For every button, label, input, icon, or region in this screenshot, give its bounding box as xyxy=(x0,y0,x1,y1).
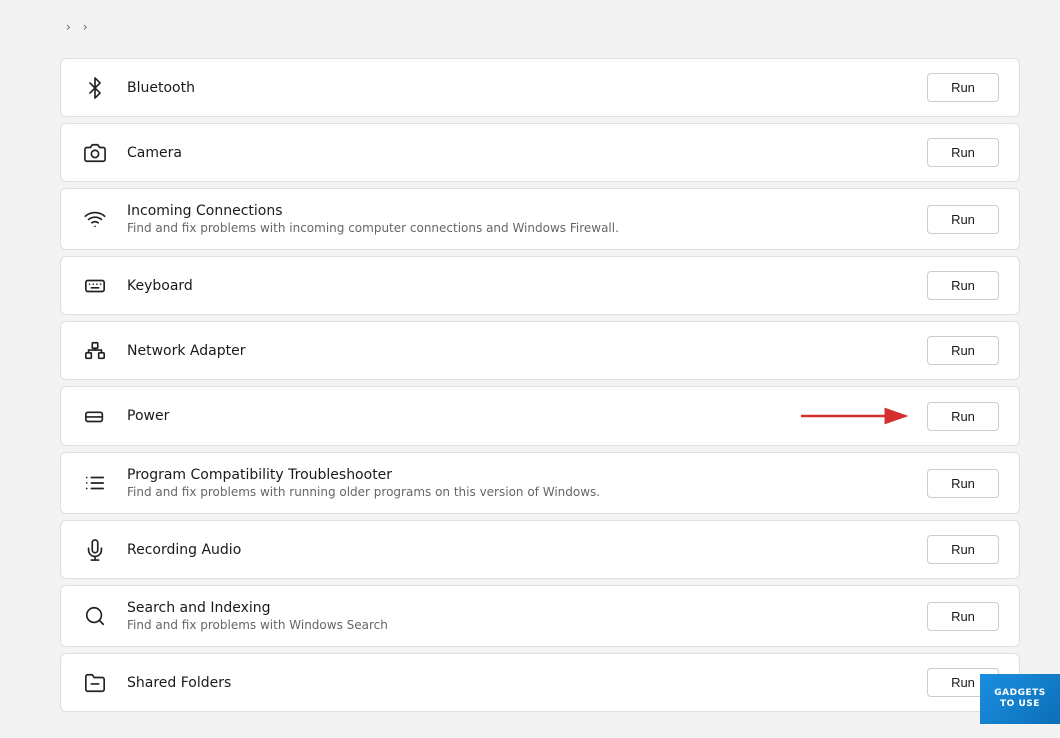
item-text-bluetooth: Bluetooth xyxy=(127,80,195,96)
power-icon xyxy=(81,402,109,430)
run-button-incoming-connections[interactable]: Run xyxy=(927,205,999,234)
item-left-network-adapter: Network Adapter xyxy=(81,337,245,365)
item-right-program-compatibility: Run xyxy=(927,469,999,498)
run-button-keyboard[interactable]: Run xyxy=(927,271,999,300)
item-title-program-compatibility: Program Compatibility Troubleshooter xyxy=(127,467,600,483)
troubleshooter-item-incoming-connections: Incoming Connections Find and fix proble… xyxy=(60,188,1020,250)
item-right-recording-audio: Run xyxy=(927,535,999,564)
bluetooth-icon xyxy=(81,74,109,102)
run-button-network-adapter[interactable]: Run xyxy=(927,336,999,365)
item-right-power: Run xyxy=(795,401,999,431)
item-right-incoming-connections: Run xyxy=(927,205,999,234)
item-right-keyboard: Run xyxy=(927,271,999,300)
item-desc-incoming-connections: Find and fix problems with incoming comp… xyxy=(127,221,619,235)
troubleshooter-item-power: Power xyxy=(60,386,1020,446)
troubleshooter-item-network-adapter: Network Adapter Run xyxy=(60,321,1020,380)
item-title-keyboard: Keyboard xyxy=(127,278,193,294)
breadcrumb-sep1: › xyxy=(66,20,71,34)
camera-icon xyxy=(81,139,109,167)
item-left-keyboard: Keyboard xyxy=(81,272,193,300)
breadcrumb-sep2: › xyxy=(83,20,88,34)
troubleshooter-item-bluetooth: Bluetooth Run xyxy=(60,58,1020,117)
item-left-shared-folders: Shared Folders xyxy=(81,669,231,697)
item-title-network-adapter: Network Adapter xyxy=(127,343,245,359)
network-icon xyxy=(81,337,109,365)
item-desc-program-compatibility: Find and fix problems with running older… xyxy=(127,485,600,499)
item-right-camera: Run xyxy=(927,138,999,167)
troubleshooter-item-program-compatibility: Program Compatibility Troubleshooter Fin… xyxy=(60,452,1020,514)
mic-icon xyxy=(81,536,109,564)
item-text-shared-folders: Shared Folders xyxy=(127,675,231,691)
troubleshooter-item-recording-audio: Recording Audio Run xyxy=(60,520,1020,579)
item-text-incoming-connections: Incoming Connections Find and fix proble… xyxy=(127,203,619,235)
red-arrow xyxy=(795,401,915,431)
search-icon xyxy=(81,602,109,630)
item-title-search-indexing: Search and Indexing xyxy=(127,600,388,616)
program-icon xyxy=(81,469,109,497)
watermark: GADGETS TO USE xyxy=(980,674,1060,724)
item-text-recording-audio: Recording Audio xyxy=(127,542,241,558)
run-button-bluetooth[interactable]: Run xyxy=(927,73,999,102)
item-left-bluetooth: Bluetooth xyxy=(81,74,195,102)
troubleshooter-item-shared-folders: Shared Folders Run xyxy=(60,653,1020,712)
item-title-camera: Camera xyxy=(127,145,182,161)
item-right-network-adapter: Run xyxy=(927,336,999,365)
item-right-search-indexing: Run xyxy=(927,602,999,631)
item-left-recording-audio: Recording Audio xyxy=(81,536,241,564)
wifi-icon xyxy=(81,205,109,233)
item-right-bluetooth: Run xyxy=(927,73,999,102)
run-button-program-compatibility[interactable]: Run xyxy=(927,469,999,498)
run-button-search-indexing[interactable]: Run xyxy=(927,602,999,631)
folder-icon xyxy=(81,669,109,697)
item-text-network-adapter: Network Adapter xyxy=(127,343,245,359)
item-left-power: Power xyxy=(81,402,169,430)
troubleshooter-list: Bluetooth Run Camera xyxy=(60,58,1020,718)
item-title-recording-audio: Recording Audio xyxy=(127,542,241,558)
breadcrumb: › › xyxy=(60,20,1020,34)
red-arrow-svg xyxy=(795,401,915,431)
item-left-incoming-connections: Incoming Connections Find and fix proble… xyxy=(81,203,619,235)
item-title-power: Power xyxy=(127,408,169,424)
item-text-keyboard: Keyboard xyxy=(127,278,193,294)
troubleshooter-item-keyboard: Keyboard Run xyxy=(60,256,1020,315)
item-desc-search-indexing: Find and fix problems with Windows Searc… xyxy=(127,618,388,632)
troubleshooter-item-camera: Camera Run xyxy=(60,123,1020,182)
item-text-program-compatibility: Program Compatibility Troubleshooter Fin… xyxy=(127,467,600,499)
item-left-search-indexing: Search and Indexing Find and fix problem… xyxy=(81,600,388,632)
keyboard-icon xyxy=(81,272,109,300)
item-text-search-indexing: Search and Indexing Find and fix problem… xyxy=(127,600,388,632)
run-button-recording-audio[interactable]: Run xyxy=(927,535,999,564)
troubleshooter-item-search-indexing: Search and Indexing Find and fix problem… xyxy=(60,585,1020,647)
item-left-program-compatibility: Program Compatibility Troubleshooter Fin… xyxy=(81,467,600,499)
run-button-power[interactable]: Run xyxy=(927,402,999,431)
item-text-power: Power xyxy=(127,408,169,424)
run-button-camera[interactable]: Run xyxy=(927,138,999,167)
item-title-shared-folders: Shared Folders xyxy=(127,675,231,691)
item-left-camera: Camera xyxy=(81,139,182,167)
item-title-incoming-connections: Incoming Connections xyxy=(127,203,619,219)
item-text-camera: Camera xyxy=(127,145,182,161)
item-title-bluetooth: Bluetooth xyxy=(127,80,195,96)
